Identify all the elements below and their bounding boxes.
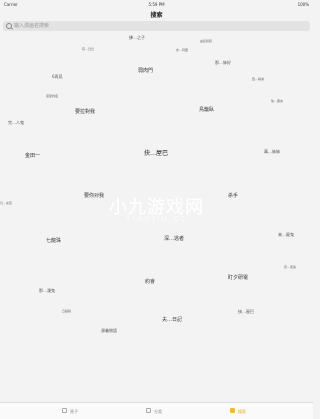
tag-item[interactable]: 恩愛的夜 [46, 95, 58, 98]
tag-item[interactable]: 約會 [145, 280, 155, 285]
tag-item[interactable]: 完…人鬼 [8, 121, 24, 125]
tag-item[interactable]: 有…日记 [82, 48, 94, 51]
page-title: 搜索 [150, 12, 163, 19]
tag-item[interactable]: 夫…日記 [162, 318, 182, 323]
tab-label: 搜索 [238, 409, 246, 414]
tag-item[interactable]: 亦…同居 [176, 49, 188, 52]
search-icon [6, 23, 12, 29]
search-bar[interactable] [3, 21, 310, 31]
tag-item[interactable]: 七龍珠 [46, 239, 61, 244]
tag-item[interactable]: 回…姊弟 [252, 78, 264, 81]
navigation-bar: 搜索 [0, 8, 313, 20]
status-bar: Carrier 5:59 PM 100% [0, 0, 313, 8]
tab-label: 原子 [70, 409, 78, 414]
tag-item[interactable]: 那…漫鬼 [39, 289, 55, 293]
watermark-url: xiaojiu.cc [125, 214, 188, 224]
tag-item[interactable]: 抉…屋巴 [144, 151, 168, 157]
battery-indicator: 100% [297, 2, 309, 7]
tag-item[interactable]: 要拉對我 [75, 110, 95, 115]
tag-item[interactable]: 盯夕研電 [228, 276, 248, 281]
tag-item[interactable]: 凸點版 [62, 310, 71, 313]
tab-category[interactable]: 分类 [146, 406, 176, 416]
category-icon [146, 408, 151, 413]
status-time: 5:59 PM [148, 2, 165, 7]
tag-item[interactable]: 原…風鬼 [284, 266, 296, 269]
search-tab-icon [230, 408, 235, 413]
tag-item[interactable]: 源義物語 [101, 329, 117, 333]
tag-item[interactable]: 凶犯叔叔 [200, 40, 212, 43]
tab-label: 分类 [154, 409, 162, 414]
tag-item[interactable]: 快…童言 [271, 100, 283, 103]
tag-item[interactable]: 金田一 [25, 154, 40, 159]
tag-item[interactable]: 鳥籠臥 [199, 108, 214, 113]
home-icon [62, 408, 67, 413]
tag-item[interactable]: 弱肉門 [138, 69, 153, 74]
tag-item[interactable]: 来…屍鬼 [278, 233, 294, 237]
tab-search[interactable]: 搜索 [230, 406, 260, 416]
tag-item[interactable]: 拂…之子 [129, 36, 145, 40]
tab-bar: 原子 分类 搜索 [0, 402, 313, 419]
tag-item[interactable]: 6再見 [52, 75, 63, 79]
tag-item[interactable]: 那…姊好 [215, 61, 231, 65]
tag-item[interactable]: 深…逃者 [164, 237, 184, 242]
search-input[interactable] [14, 21, 304, 31]
tag-item[interactable]: 萬…姊姊 [264, 150, 280, 154]
tag-item[interactable]: 抉…屋巴 [238, 310, 254, 314]
tab-home[interactable]: 原子 [62, 406, 92, 416]
